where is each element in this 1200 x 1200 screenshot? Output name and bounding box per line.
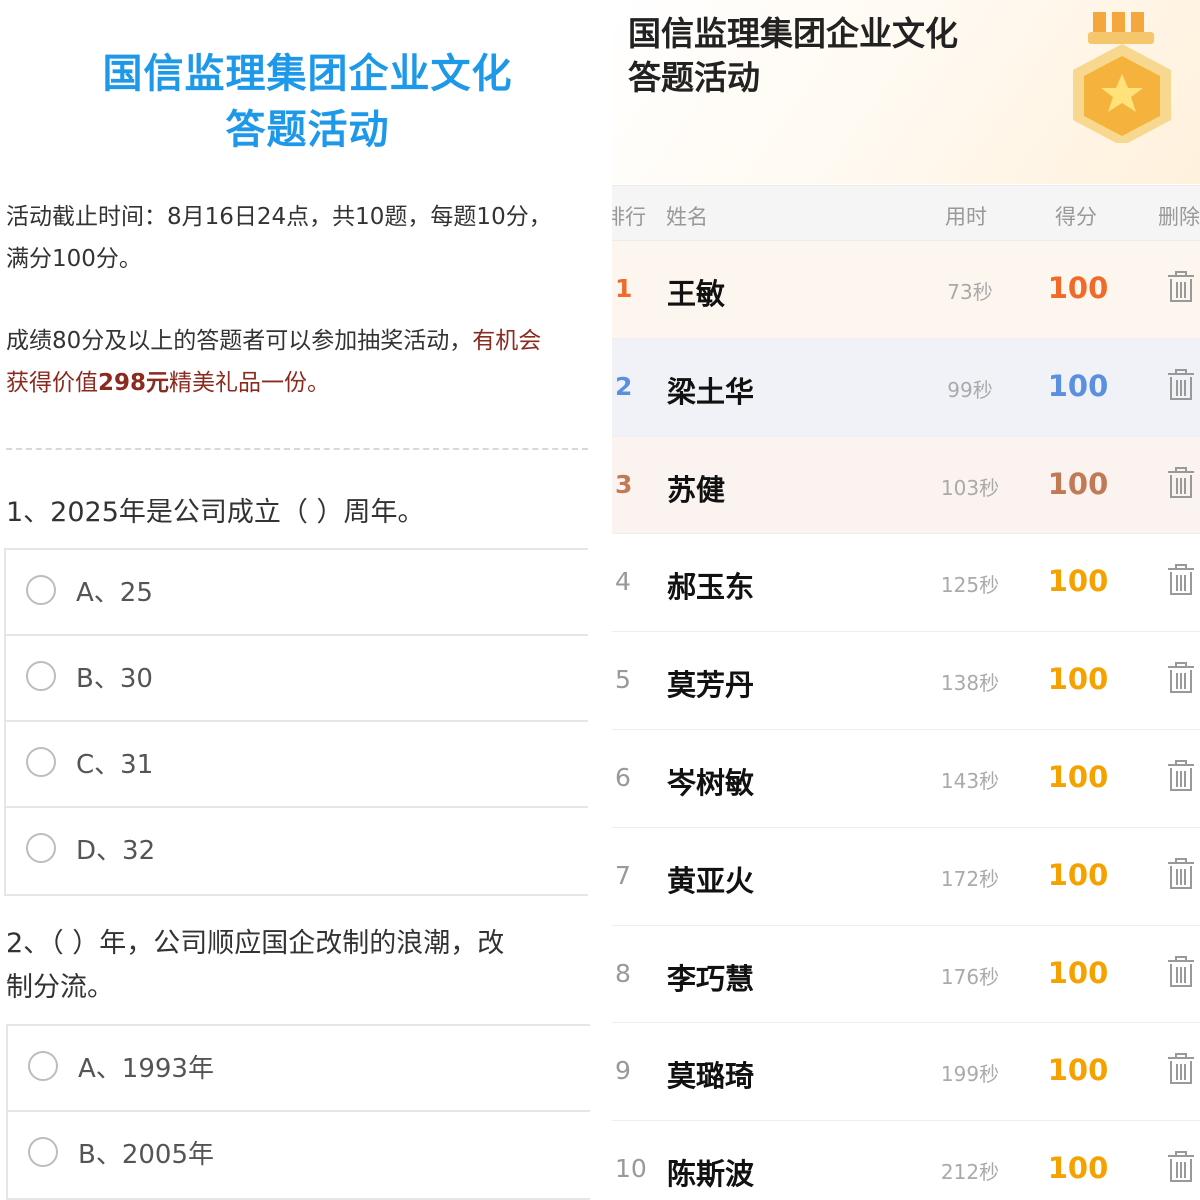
rank-number: 7 <box>615 860 631 890</box>
table-row: 4 郝玉东 125秒 100 <box>612 534 1200 633</box>
info-fullscore: 满分100分。 <box>6 246 142 272</box>
table-row: 2 梁土华 99秒 100 <box>612 338 1200 437</box>
time-used: 172秒 <box>940 866 1000 891</box>
question-2-options: A、1993年 B、2005年 <box>6 1024 590 1200</box>
option-1a[interactable]: A、25 <box>6 550 588 636</box>
rank-number: 5 <box>615 665 631 695</box>
prize-line1: 成绩80分及以上的答题者可以参加抽奖活动，有机会 <box>6 328 542 354</box>
header-time: 用时 <box>945 205 987 229</box>
question-1-options: A、25 B、30 C、31 D、32 <box>4 548 588 896</box>
medal-icon <box>1073 12 1171 143</box>
trash-icon[interactable] <box>1166 857 1196 895</box>
rank-number: 4 <box>615 567 631 597</box>
table-row: 1 王敏 73秒 100 <box>612 241 1200 339</box>
time-used: 143秒 <box>940 768 1000 793</box>
quiz-title-line1: 国信监理集团企业文化 <box>102 51 513 97</box>
score-value: 100 <box>1047 662 1109 697</box>
header-score: 得分 <box>1055 205 1097 229</box>
radio-icon[interactable] <box>26 661 56 691</box>
header-name: 姓名 <box>666 205 708 229</box>
rank-number: 1 <box>615 274 633 303</box>
time-used: 199秒 <box>940 1062 1000 1087</box>
table-row: 8 李巧慧 176秒 100 <box>612 926 1200 1024</box>
time-used: 125秒 <box>940 573 1000 598</box>
leaderboard-panel: 国信监理集团企业文化 答题活动 排行 姓名 用时 得分 删除 1 王敏 73秒 100… <box>612 0 1200 1200</box>
time-used: 176秒 <box>940 964 1000 989</box>
score-value: 100 <box>1047 466 1109 501</box>
quiz-panel: 国信监理集团企业文化 答题活动 活动截止时间：8月16日24点，共10题，每题1… <box>0 0 600 1200</box>
participant-name: 黄亚火 <box>667 863 755 898</box>
score-value: 100 <box>1047 1053 1109 1088</box>
trash-icon[interactable] <box>1166 466 1196 504</box>
trash-icon[interactable] <box>1166 759 1196 797</box>
score-value: 100 <box>1047 271 1109 305</box>
radio-icon[interactable] <box>28 1137 58 1167</box>
leaderboard-rows: 1 王敏 73秒 100 2 梁土华 99秒 100 3 苏健 103秒 100 4 郝玉东 125秒 100… <box>612 241 1200 1200</box>
rank-number: 6 <box>615 762 631 792</box>
radio-icon[interactable] <box>26 833 56 863</box>
rank-number: 2 <box>615 371 633 401</box>
trash-icon[interactable] <box>1166 270 1196 308</box>
option-2a[interactable]: A、1993年 <box>8 1026 590 1112</box>
table-row: 3 苏健 103秒 100 <box>612 436 1200 535</box>
question-2-text: 2、（ ）年，公司顺应国企改制的浪潮，改 制分流。 <box>6 928 505 1003</box>
participant-name: 王敏 <box>667 277 726 311</box>
time-used: 212秒 <box>940 1160 1000 1185</box>
header-delete: 删除 <box>1158 205 1200 229</box>
radio-icon[interactable] <box>26 747 56 777</box>
prize-line2: 获得价值298元精美礼品一份。 <box>6 370 331 396</box>
participant-name: 莫璐琦 <box>667 1059 755 1094</box>
leaderboard-banner: 国信监理集团企业文化 答题活动 <box>612 0 1200 184</box>
trash-icon[interactable] <box>1166 955 1196 993</box>
header-rank: 排行 <box>612 205 646 229</box>
radio-icon[interactable] <box>26 575 56 605</box>
rank-number: 3 <box>615 469 633 499</box>
trash-icon[interactable] <box>1166 1150 1196 1188</box>
rank-number: 9 <box>615 1056 631 1086</box>
table-row: 5 莫芳丹 138秒 100 <box>612 632 1200 730</box>
participant-name: 岑树敏 <box>667 765 755 800</box>
time-used: 138秒 <box>940 671 1000 696</box>
option-1b[interactable]: B、30 <box>6 636 588 722</box>
score-value: 100 <box>1047 564 1109 599</box>
participant-name: 苏健 <box>667 472 726 507</box>
trash-icon[interactable] <box>1166 661 1196 699</box>
participant-name: 陈斯波 <box>667 1157 755 1192</box>
table-row: 6 岑树敏 143秒 100 <box>612 730 1200 828</box>
option-1d[interactable]: D、32 <box>6 808 588 894</box>
trash-icon[interactable] <box>1166 368 1196 406</box>
score-value: 100 <box>1047 1151 1109 1186</box>
quiz-title: 国信监理集团企业文化 答题活动 <box>0 46 600 158</box>
trash-icon[interactable] <box>1166 1052 1196 1090</box>
quiz-title-line2: 答题活动 <box>225 107 390 153</box>
score-value: 100 <box>1047 368 1109 403</box>
info-deadline: 活动截止时间：8月16日24点，共10题，每题10分， <box>6 204 552 230</box>
table-row: 10 陈斯波 212秒 100 <box>612 1121 1200 1200</box>
activity-info: 活动截止时间：8月16日24点，共10题，每题10分， 满分100分。 <box>6 196 596 280</box>
participant-name: 李巧慧 <box>667 961 755 996</box>
leaderboard-header: 排行 姓名 用时 得分 删除 <box>612 185 1200 241</box>
leaderboard-title: 国信监理集团企业文化 答题活动 <box>628 14 958 97</box>
time-used: 99秒 <box>947 377 993 402</box>
score-value: 100 <box>1047 759 1109 794</box>
participant-name: 莫芳丹 <box>667 668 755 703</box>
rank-number: 8 <box>615 958 631 988</box>
option-1c[interactable]: C、31 <box>6 722 588 808</box>
participant-name: 梁土华 <box>667 374 755 409</box>
dashed-divider <box>6 448 588 450</box>
radio-icon[interactable] <box>28 1051 58 1081</box>
table-row: 7 黄亚火 172秒 100 <box>612 828 1200 926</box>
score-value: 100 <box>1047 955 1109 990</box>
prize-info: 成绩80分及以上的答题者可以参加抽奖活动，有机会 获得价值298元精美礼品一份。 <box>6 320 596 404</box>
rank-number: 10 <box>615 1154 647 1184</box>
participant-name: 郝玉东 <box>667 570 755 605</box>
time-used: 103秒 <box>940 475 1000 500</box>
table-row: 9 莫璐琦 199秒 100 <box>612 1023 1200 1122</box>
option-2b[interactable]: B、2005年 <box>8 1112 590 1198</box>
trash-icon[interactable] <box>1166 563 1196 601</box>
score-value: 100 <box>1047 857 1109 892</box>
question-1-text: 1、2025年是公司成立（ ）周年。 <box>6 497 425 528</box>
time-used: 73秒 <box>947 280 993 304</box>
